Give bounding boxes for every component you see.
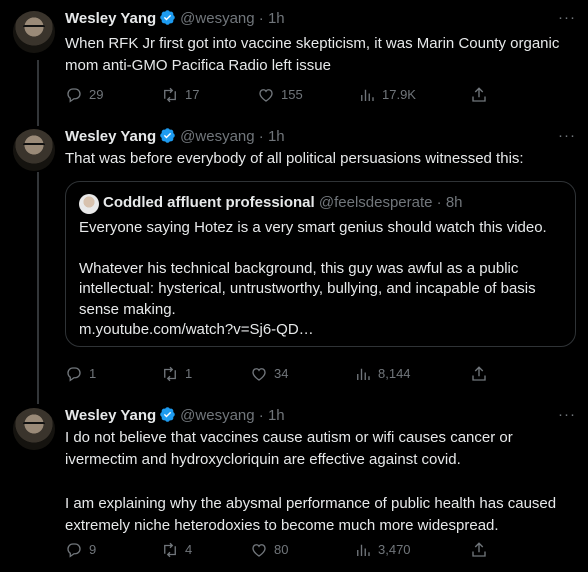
tweet[interactable]: Wesley Yang @wesyang · 1h ··· That was be… — [0, 126, 588, 400]
quoted-text-line: Whatever his technical background, this … — [79, 259, 536, 318]
verified-badge-icon — [160, 407, 175, 422]
avatar[interactable] — [13, 408, 55, 450]
share-button[interactable] — [470, 85, 488, 105]
separator: · — [258, 407, 264, 424]
avatar[interactable] — [13, 11, 55, 53]
retweet-button[interactable]: 1 — [161, 364, 192, 384]
views-button[interactable]: 3,470 — [354, 540, 411, 560]
reply-icon — [67, 88, 81, 103]
retweet-button[interactable]: 17 — [161, 85, 199, 105]
tweet-header: Wesley Yang @wesyang · 1h — [65, 406, 285, 426]
tweet-text-paragraph: I am explaining why the abysmal performa… — [65, 495, 557, 534]
quoted-text: Everyone saying Hotez is a very smart ge… — [79, 218, 559, 341]
views-count: 17.9K — [382, 87, 416, 102]
views-count: 8,144 — [378, 366, 411, 381]
author-name[interactable]: Wesley Yang — [65, 407, 156, 424]
author-name[interactable]: Wesley Yang — [65, 128, 156, 145]
timestamp[interactable]: 1h — [268, 128, 285, 145]
tweet[interactable]: Wesley Yang @wesyang · 1h ··· I do not be… — [0, 405, 588, 572]
tweet-text: I do not believe that vaccines cause aut… — [65, 427, 580, 537]
verified-badge-icon — [160, 128, 175, 143]
quoted-author-name: Coddled affluent professional — [103, 194, 315, 211]
retweet-count: 17 — [185, 87, 200, 102]
more-icon[interactable]: ··· — [558, 406, 576, 423]
tweet-header: Wesley Yang @wesyang · 1h — [65, 9, 285, 29]
reply-count: 29 — [89, 87, 104, 102]
retweet-button[interactable]: 4 — [161, 540, 192, 560]
reply-icon — [67, 367, 81, 382]
tweet-text-body: When RFK Jr first got into vaccine skept… — [65, 35, 560, 74]
views-button[interactable]: 8,144 — [354, 364, 411, 384]
quoted-avatar — [79, 194, 99, 214]
share-button[interactable] — [470, 540, 488, 560]
views-icon — [357, 368, 370, 380]
retweet-count: 4 — [185, 542, 193, 557]
views-icon — [361, 89, 374, 101]
tweet-text-paragraph: I do not believe that vaccines cause aut… — [65, 429, 513, 468]
tweet[interactable]: Wesley Yang @wesyang · 1h ··· When RFK Jr… — [0, 0, 588, 120]
action-bar: 1 1 34 8,144 — [65, 364, 495, 384]
reply-button[interactable]: 1 — [65, 364, 96, 384]
separator: · — [258, 128, 264, 145]
tweet-text-body: That was before everybody of all politic… — [65, 150, 524, 167]
views-count: 3,470 — [378, 542, 411, 557]
views-icon — [357, 544, 370, 556]
tweet-text: That was before everybody of all politic… — [65, 148, 580, 170]
reply-count: 9 — [89, 542, 97, 557]
more-icon[interactable]: ··· — [558, 9, 576, 26]
views-button[interactable]: 17.9K — [358, 85, 416, 105]
reply-button[interactable]: 9 — [65, 540, 96, 560]
reply-icon — [67, 543, 81, 558]
retweet-icon — [164, 542, 176, 558]
more-icon[interactable]: ··· — [558, 127, 576, 144]
author-handle[interactable]: @wesyang — [180, 128, 254, 145]
retweet-count: 1 — [185, 366, 193, 381]
separator: · — [436, 194, 442, 211]
avatar[interactable] — [13, 129, 55, 171]
quoted-text-line: Everyone saying Hotez is a very smart ge… — [79, 219, 547, 236]
like-count: 34 — [274, 366, 289, 381]
like-button[interactable]: 155 — [257, 85, 303, 105]
retweet-icon — [164, 366, 176, 382]
tweet-text: When RFK Jr first got into vaccine skept… — [65, 33, 580, 77]
like-button[interactable]: 34 — [250, 364, 288, 384]
quoted-link[interactable]: m.youtube.com/watch?v=Sj6-QD… — [79, 320, 559, 341]
share-icon — [472, 87, 486, 102]
action-bar: 29 17 155 17.9K — [65, 85, 495, 105]
like-count: 155 — [281, 87, 303, 102]
author-name[interactable]: Wesley Yang — [65, 10, 156, 27]
share-icon — [472, 366, 486, 381]
like-count: 80 — [274, 542, 289, 557]
quoted-timestamp: 8h — [445, 194, 463, 211]
like-icon — [259, 89, 273, 102]
reply-button[interactable]: 29 — [65, 85, 103, 105]
separator: · — [258, 10, 264, 27]
timestamp[interactable]: 1h — [268, 407, 285, 424]
like-button[interactable]: 80 — [250, 540, 288, 560]
quoted-header: Coddled affluent professional @feelsdesp… — [103, 193, 463, 213]
action-bar: 9 4 80 3,470 — [65, 540, 495, 560]
quoted-author-handle: @feelsdesperate — [318, 194, 433, 211]
quoted-tweet[interactable]: Coddled affluent professional @feelsdesp… — [65, 181, 576, 347]
reply-count: 1 — [89, 366, 97, 381]
like-icon — [252, 368, 266, 381]
author-handle[interactable]: @wesyang — [180, 10, 254, 27]
author-handle[interactable]: @wesyang — [180, 407, 254, 424]
timestamp[interactable]: 1h — [268, 10, 285, 27]
tweet-header: Wesley Yang @wesyang · 1h — [65, 127, 285, 147]
share-icon — [472, 542, 486, 557]
verified-badge-icon — [160, 10, 175, 25]
like-icon — [252, 544, 266, 557]
share-button[interactable] — [470, 364, 488, 384]
retweet-icon — [164, 87, 176, 103]
